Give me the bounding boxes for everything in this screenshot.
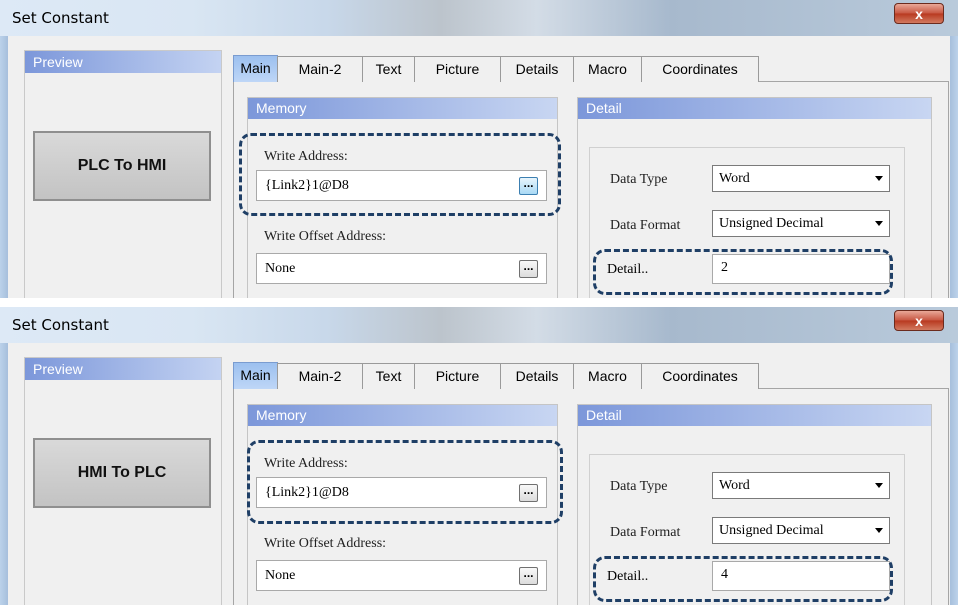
data-type-value: Word [719, 171, 750, 186]
chevron-down-icon [875, 176, 883, 181]
write-offset-browse-button[interactable]: ... [519, 260, 538, 278]
dialog-set-constant-hmi-to-plc: Set Constant x Preview HMI To PLC Main M… [0, 307, 958, 605]
data-type-select[interactable]: Word [712, 472, 890, 499]
tab-macro[interactable]: Macro [573, 56, 642, 82]
tab-main-2[interactable]: Main-2 [277, 363, 363, 389]
preview-header: Preview [25, 51, 221, 73]
chevron-down-icon [875, 221, 883, 226]
tab-picture[interactable]: Picture [414, 56, 501, 82]
write-offset-label: Write Offset Address: [264, 229, 387, 244]
data-format-value: Unsigned Decimal [719, 216, 824, 231]
close-icon: x [915, 6, 923, 22]
tab-main[interactable]: Main [233, 55, 278, 82]
close-icon: x [915, 313, 923, 329]
dialog-set-constant-plc-to-hmi: Set Constant x Preview PLC To HMI Main M… [0, 0, 958, 298]
data-format-label: Data Format [610, 525, 681, 540]
preview-button[interactable]: PLC To HMI [33, 131, 211, 201]
tab-coordinates[interactable]: Coordinates [641, 363, 759, 389]
data-format-label: Data Format [610, 218, 681, 233]
preview-header: Preview [25, 358, 221, 380]
window-frame-right [950, 343, 958, 605]
tab-text[interactable]: Text [362, 363, 415, 389]
window-frame-left [0, 343, 8, 605]
preview-group: Preview HMI To PLC [24, 357, 222, 605]
data-type-select[interactable]: Word [712, 165, 890, 192]
tab-text[interactable]: Text [362, 56, 415, 82]
window-frame-left [0, 36, 8, 298]
close-button[interactable]: x [894, 310, 944, 331]
title-bar[interactable]: Set Constant x [0, 307, 958, 343]
detail-header: Detail [578, 98, 931, 119]
detail-header: Detail [578, 405, 931, 426]
highlight-write-address [247, 440, 563, 524]
write-offset-field[interactable]: None [256, 560, 547, 591]
tab-main[interactable]: Main [233, 362, 278, 389]
tab-details[interactable]: Details [500, 56, 574, 82]
preview-button[interactable]: HMI To PLC [33, 438, 211, 508]
highlight-write-address [239, 133, 561, 216]
window-title: Set Constant [12, 316, 109, 334]
window-frame-right [950, 36, 958, 298]
memory-header: Memory [248, 98, 557, 119]
data-format-value: Unsigned Decimal [719, 523, 824, 538]
data-format-select[interactable]: Unsigned Decimal [712, 517, 890, 544]
write-offset-label: Write Offset Address: [264, 536, 387, 551]
chevron-down-icon [875, 528, 883, 533]
data-format-select[interactable]: Unsigned Decimal [712, 210, 890, 237]
title-bar[interactable]: Set Constant x [0, 0, 958, 36]
tab-macro[interactable]: Macro [573, 363, 642, 389]
tab-coordinates[interactable]: Coordinates [641, 56, 759, 82]
preview-group: Preview PLC To HMI [24, 50, 222, 298]
data-type-value: Word [719, 478, 750, 493]
tab-picture[interactable]: Picture [414, 363, 501, 389]
tab-details[interactable]: Details [500, 363, 574, 389]
highlight-detail [593, 249, 893, 295]
tab-main-2[interactable]: Main-2 [277, 56, 363, 82]
data-type-label: Data Type [610, 479, 668, 494]
write-offset-browse-button[interactable]: ... [519, 567, 538, 585]
window-title: Set Constant [12, 9, 109, 27]
close-button[interactable]: x [894, 3, 944, 24]
chevron-down-icon [875, 483, 883, 488]
data-type-label: Data Type [610, 172, 668, 187]
highlight-detail [593, 556, 893, 602]
write-offset-field[interactable]: None [256, 253, 547, 284]
memory-header: Memory [248, 405, 557, 426]
